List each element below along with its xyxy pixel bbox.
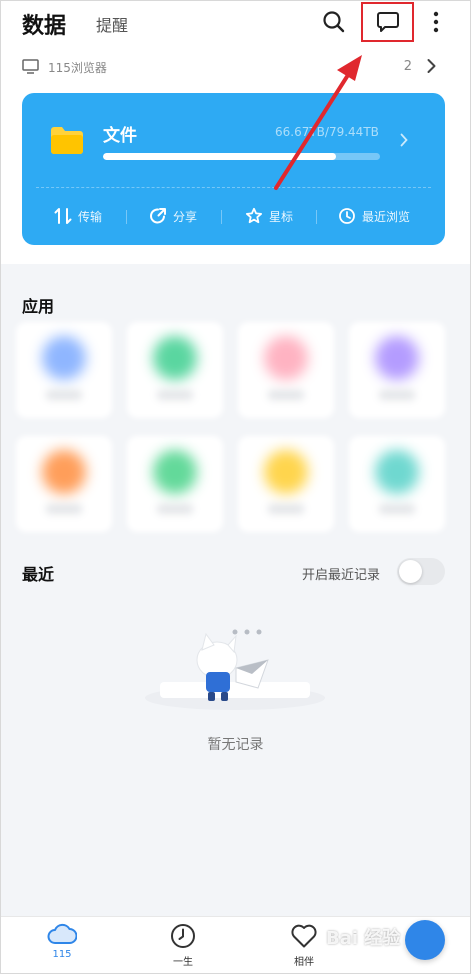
annotation-arrow-icon [274,55,362,190]
